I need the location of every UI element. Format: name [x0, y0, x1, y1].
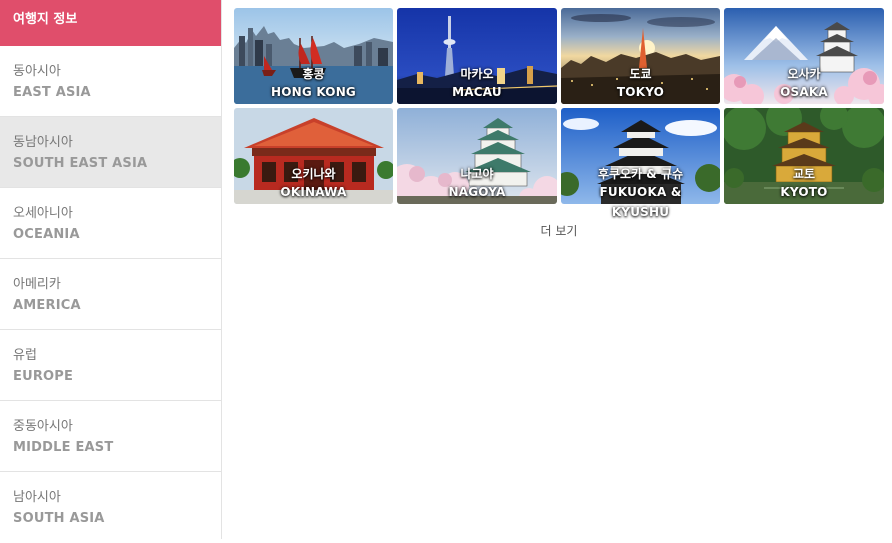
- destination-name-ko: 오키나와: [291, 167, 336, 181]
- destination-tile-okinawa[interactable]: 오키나와 OKINAWA: [234, 108, 393, 204]
- sidebar-item-label-ko: 동남아시아: [13, 135, 73, 150]
- sidebar-item-label-en: SOUTH ASIA: [13, 511, 105, 526]
- destination-name-en: FUKUOKA & KYUSHU: [599, 185, 682, 219]
- destination-name-en: KYOTO: [780, 185, 828, 199]
- destination-label: 나고야 NAGOYA: [397, 166, 557, 202]
- destination-label: 교토 KYOTO: [724, 166, 884, 202]
- destination-name-ko: 나고야: [460, 167, 494, 181]
- destination-name-ko: 도쿄: [629, 67, 652, 81]
- sidebar-item-south-asia[interactable]: 남아시아 SOUTH ASIA: [0, 472, 221, 543]
- destination-label: 오사카 OSAKA: [724, 66, 884, 102]
- sidebar-item-middle-east[interactable]: 중동아시아 MIDDLE EAST: [0, 401, 221, 472]
- sidebar-item-america[interactable]: 아메리카 AMERICA: [0, 259, 221, 330]
- destination-label: 홍콩 HONG KONG: [234, 66, 393, 102]
- destination-tile-tokyo[interactable]: 도쿄 TOKYO: [561, 8, 720, 104]
- destination-name-ko: 마카오: [460, 67, 494, 81]
- destination-label: 오키나와 OKINAWA: [234, 166, 393, 202]
- destination-tile-kyoto[interactable]: 교토 KYOTO: [724, 108, 884, 204]
- destination-tile-macau[interactable]: 마카오 MACAU: [397, 8, 557, 104]
- sidebar-item-label-en: AMERICA: [13, 298, 81, 313]
- destination-label: 후쿠오카 & 규슈 FUKUOKA & KYUSHU: [561, 166, 720, 222]
- destination-name-ko: 후쿠오카 & 규슈: [597, 167, 684, 181]
- more-button[interactable]: 더 보기: [518, 222, 600, 239]
- destination-name-ko: 교토: [792, 167, 816, 181]
- sidebar-item-label-en: EAST ASIA: [13, 85, 91, 100]
- destination-name-ko: 오사카: [787, 67, 821, 81]
- sidebar-item-label-en: SOUTH EAST ASIA: [13, 156, 148, 171]
- destination-tile-hong-kong[interactable]: 홍콩 HONG KONG: [234, 8, 393, 104]
- destination-name-ko: 홍콩: [302, 67, 325, 81]
- sidebar-item-south-east-asia[interactable]: 동남아시아 SOUTH EAST ASIA: [0, 117, 221, 188]
- sidebar-item-label-ko: 오세아니아: [13, 206, 73, 221]
- destination-name-en: OSAKA: [780, 85, 828, 99]
- sidebar-item-east-asia[interactable]: 동아시아 EAST ASIA: [0, 46, 221, 117]
- sidebar-item-label-ko: 남아시아: [13, 490, 61, 505]
- sidebar-item-oceania[interactable]: 오세아니아 OCEANIA: [0, 188, 221, 259]
- sidebar-item-europe[interactable]: 유럽 EUROPE: [0, 330, 221, 401]
- sidebar-item-label-ko: 유럽: [13, 348, 37, 363]
- destination-name-en: MACAU: [452, 85, 502, 99]
- destination-name-en: TOKYO: [616, 85, 665, 99]
- sidebar-item-label-ko: 중동아시아: [13, 419, 73, 434]
- destination-label: 도쿄 TOKYO: [561, 66, 720, 102]
- sidebar-item-label-en: EUROPE: [13, 369, 74, 384]
- destination-grid: 홍콩 HONG KONG 마카오 MACAU 도쿄 TOKYO 오사카 OSAK…: [234, 8, 884, 219]
- sidebar-item-label-en: OCEANIA: [13, 227, 80, 242]
- sidebar-item-label-ko: 동아시아: [13, 64, 61, 79]
- region-sidebar: 여행지 정보 동아시아 EAST ASIA 동남아시아 SOUTH EAST A…: [0, 0, 222, 543]
- destination-tile-osaka[interactable]: 오사카 OSAKA: [724, 8, 884, 104]
- destination-name-en: NAGOYA: [448, 185, 506, 199]
- destination-tile-fukuoka-kyushu[interactable]: 후쿠오카 & 규슈 FUKUOKA & KYUSHU: [561, 108, 720, 219]
- sidebar-item-label-en: MIDDLE EAST: [13, 440, 114, 455]
- destination-name-en: OKINAWA: [280, 185, 347, 199]
- destination-name-en: HONG KONG: [271, 85, 356, 99]
- destination-tile-nagoya[interactable]: 나고야 NAGOYA: [397, 108, 557, 204]
- destination-label: 마카오 MACAU: [397, 66, 557, 102]
- sidebar-header[interactable]: 여행지 정보: [0, 0, 221, 46]
- sidebar-item-label-ko: 아메리카: [13, 277, 61, 292]
